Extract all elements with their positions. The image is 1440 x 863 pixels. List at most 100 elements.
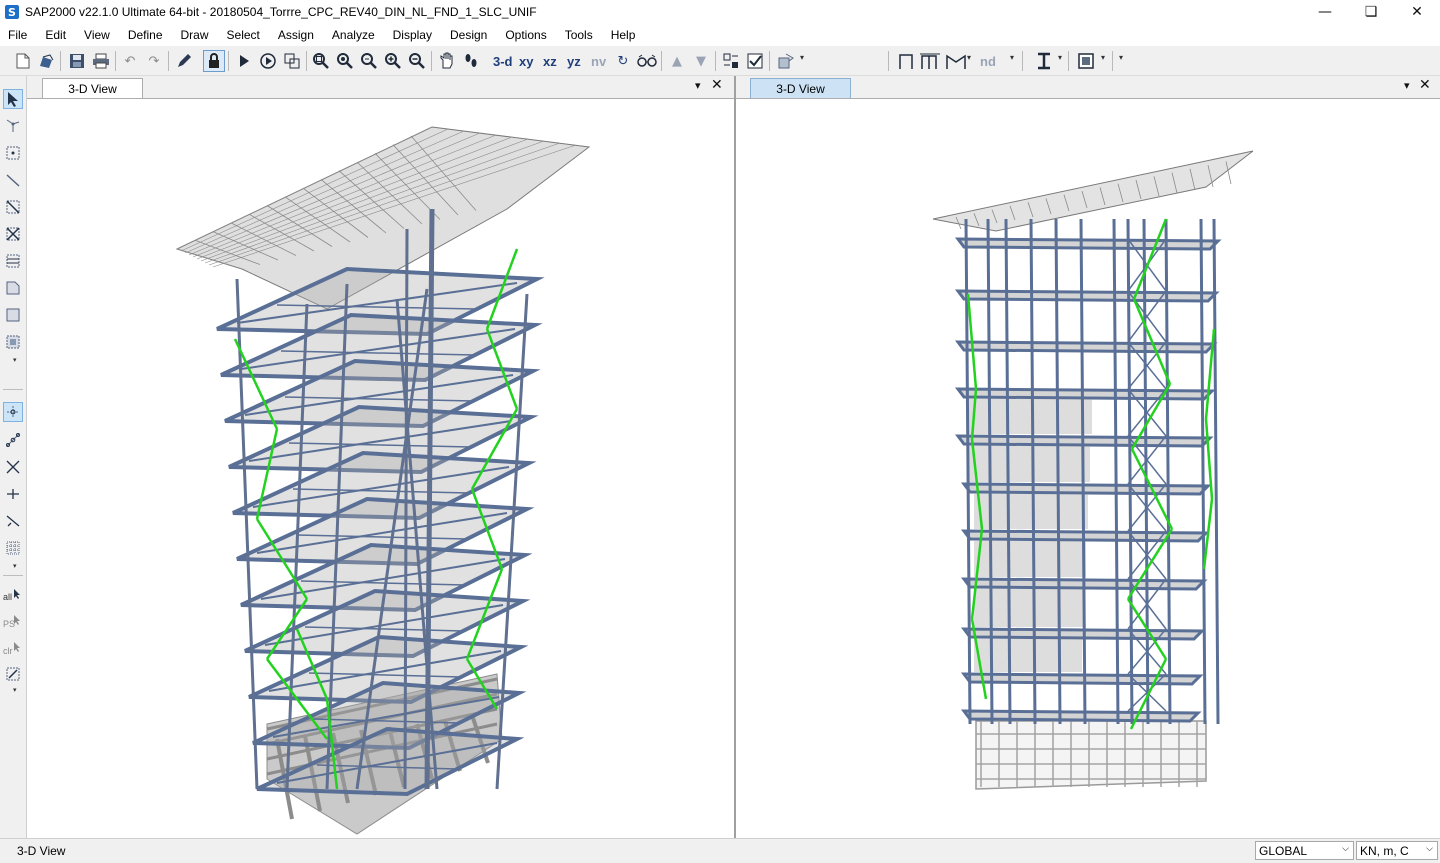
- right-pane-close-icon[interactable]: ✕: [1419, 77, 1431, 93]
- snap-grid-icon[interactable]: [3, 538, 23, 558]
- quick-draw-secondary-icon[interactable]: [3, 251, 23, 271]
- quick-draw-frame-icon[interactable]: [3, 197, 23, 217]
- draw-frame-line-icon[interactable]: [3, 170, 23, 190]
- close-window-button[interactable]: ✕: [1394, 0, 1440, 24]
- move-down-icon[interactable]: ▼: [690, 50, 712, 72]
- right-model-viewport[interactable]: [736, 99, 1440, 838]
- previous-selection-pointer-icon: [11, 610, 23, 630]
- left-pane-dropdown-icon[interactable]: ▾: [695, 79, 701, 92]
- chevron-down-icon: ⌵: [1342, 844, 1349, 854]
- snap-lines-icon[interactable]: [3, 511, 23, 531]
- zoom-window-icon[interactable]: [310, 50, 332, 72]
- menu-file[interactable]: File: [0, 28, 36, 42]
- move-up-icon[interactable]: ▲: [666, 50, 688, 72]
- undo-icon[interactable]: ↶: [119, 50, 141, 72]
- snap-perpendicular-icon[interactable]: [3, 484, 23, 504]
- draw-frame-moment-icon[interactable]: [919, 50, 941, 72]
- print-icon[interactable]: [90, 50, 112, 72]
- draw-frame-icon[interactable]: [895, 50, 917, 72]
- walk-through-icon[interactable]: [460, 50, 482, 72]
- open-icon[interactable]: [35, 50, 57, 72]
- right-pane-dropdown-icon[interactable]: ▾: [1404, 79, 1410, 92]
- menu-view[interactable]: View: [75, 28, 119, 42]
- menu-tools[interactable]: Tools: [556, 28, 602, 42]
- intersecting-line-select-icon[interactable]: [3, 664, 23, 684]
- menu-select[interactable]: Select: [218, 28, 269, 42]
- menu-design[interactable]: Design: [441, 28, 496, 42]
- snap-midpoint-icon[interactable]: [3, 430, 23, 450]
- area-display-dropdown[interactable]: ▾: [1101, 53, 1105, 62]
- units-select[interactable]: KN, m, C ⌵: [1356, 841, 1438, 860]
- left-model-viewport[interactable]: [27, 99, 734, 838]
- menu-display[interactable]: Display: [384, 28, 441, 42]
- view-xz-button[interactable]: xz: [543, 51, 557, 71]
- floor-slab: [954, 289, 1220, 303]
- right-pane-tab-bar: 3-D View ▾ ✕: [736, 76, 1440, 99]
- draw-poly-area-icon[interactable]: [3, 278, 23, 298]
- toolbar-overflow-dropdown[interactable]: ▾: [1119, 53, 1123, 62]
- roof-canopy: [932, 150, 1254, 232]
- section-i-icon[interactable]: [1033, 50, 1055, 72]
- pointer-icon[interactable]: [3, 89, 23, 109]
- run-now-icon[interactable]: [257, 50, 279, 72]
- check-box-icon[interactable]: [744, 50, 766, 72]
- view-yz-button[interactable]: yz: [567, 51, 581, 71]
- rotate-view-icon[interactable]: ↻: [612, 50, 634, 72]
- title-bar: S SAP2000 v22.1.0 Ultimate 64-bit - 2018…: [0, 0, 1440, 24]
- run-analysis-icon[interactable]: [233, 50, 255, 72]
- draw-tools-dropdown[interactable]: ▾: [13, 356, 17, 364]
- menu-analyze[interactable]: Analyze: [323, 28, 384, 42]
- area-display-icon[interactable]: [1075, 50, 1097, 72]
- menu-draw[interactable]: Draw: [172, 28, 218, 42]
- zoom-full-icon[interactable]: [358, 50, 380, 72]
- interior-slab-shading: [968, 399, 1092, 434]
- snap-joints-icon[interactable]: [3, 402, 23, 422]
- draw-shape-icon[interactable]: [945, 50, 967, 72]
- menu-assign[interactable]: Assign: [269, 28, 323, 42]
- nd-button[interactable]: nd: [980, 51, 996, 71]
- pan-hand-icon[interactable]: [436, 50, 458, 72]
- left-pane-tab[interactable]: 3-D View: [42, 78, 143, 98]
- view-3d-button[interactable]: 3-d: [493, 51, 513, 71]
- draw-shape-dropdown[interactable]: ▾: [967, 53, 971, 62]
- menu-edit[interactable]: Edit: [36, 28, 75, 42]
- new-model-icon[interactable]: [12, 50, 34, 72]
- floor-slab: [954, 237, 1222, 251]
- floor-slab: [960, 709, 1202, 723]
- draw-joint-icon[interactable]: [3, 143, 23, 163]
- quick-draw-area-icon[interactable]: [3, 332, 23, 352]
- show-forces-icon[interactable]: [775, 50, 797, 72]
- zoom-out-icon[interactable]: [406, 50, 428, 72]
- restore-button[interactable]: ❏: [1348, 0, 1394, 24]
- pencil-icon[interactable]: [173, 50, 195, 72]
- zoom-in-icon[interactable]: [382, 50, 404, 72]
- zoom-restore-icon[interactable]: [334, 50, 356, 72]
- reshape-icon[interactable]: [3, 116, 23, 136]
- select-tools-dropdown[interactable]: ▾: [13, 686, 17, 694]
- menu-define[interactable]: Define: [119, 28, 172, 42]
- show-forces-dropdown[interactable]: ▾: [800, 53, 804, 62]
- left-toolbar: ▾ ▾ all PS clr ▾: [0, 76, 27, 838]
- display-options-icon[interactable]: [720, 50, 742, 72]
- quick-draw-brace-icon[interactable]: [3, 224, 23, 244]
- draw-rect-area-icon[interactable]: [3, 305, 23, 325]
- window-title: SAP2000 v22.1.0 Ultimate 64-bit - 201805…: [25, 5, 537, 19]
- snap-intersection-icon[interactable]: [3, 457, 23, 477]
- lock-unlock-model-icon[interactable]: [281, 50, 303, 72]
- save-icon[interactable]: [66, 50, 88, 72]
- column: [1212, 218, 1220, 725]
- snap-tools-dropdown[interactable]: ▾: [13, 562, 17, 570]
- perspective-toggle-icon[interactable]: [636, 50, 658, 72]
- view-nv-button[interactable]: nv: [591, 51, 606, 71]
- menu-help[interactable]: Help: [602, 28, 645, 42]
- menu-options[interactable]: Options: [496, 28, 555, 42]
- left-pane-close-icon[interactable]: ✕: [711, 77, 723, 93]
- nd-dropdown[interactable]: ▾: [1010, 53, 1014, 62]
- minimize-button[interactable]: —: [1302, 0, 1348, 24]
- coordinate-system-select[interactable]: GLOBAL ⌵: [1255, 841, 1354, 860]
- section-dropdown[interactable]: ▾: [1058, 53, 1062, 62]
- view-xy-button[interactable]: xy: [519, 51, 533, 71]
- lock-icon[interactable]: [203, 50, 225, 72]
- redo-icon[interactable]: ↷: [143, 50, 165, 72]
- right-pane-tab[interactable]: 3-D View: [750, 78, 851, 98]
